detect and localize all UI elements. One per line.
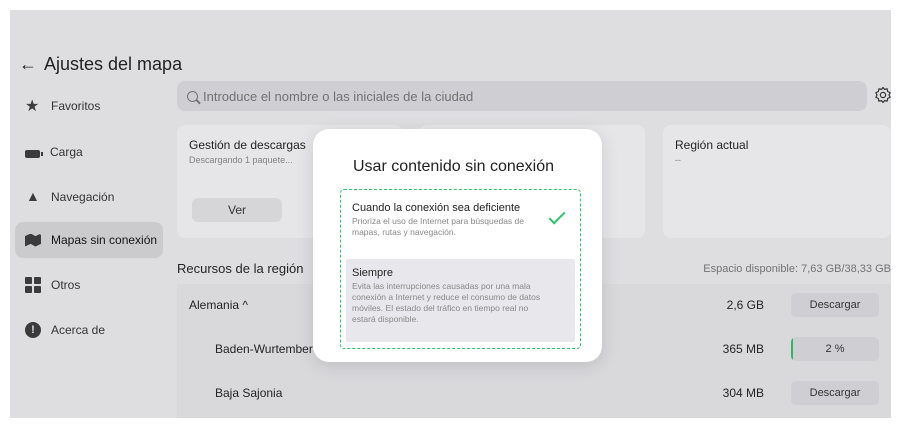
option-always[interactable]: Siempre Evita las interrupciones causada… xyxy=(346,259,575,342)
option-title: Siempre xyxy=(352,267,393,279)
options-group: Cuando la conexión sea deficiente Priori… xyxy=(340,189,581,349)
option-title: Cuando la conexión sea deficiente xyxy=(352,202,521,214)
option-poor-connection[interactable]: Cuando la conexión sea deficiente Priori… xyxy=(346,194,575,258)
map-settings-screen: ← Ajustes del mapa Favoritos Carga Naveg… xyxy=(10,10,891,418)
option-description: Evita las interrupciones causadas por un… xyxy=(352,281,541,324)
option-description: Prioriza el uso de Internet para búsqued… xyxy=(352,216,525,237)
offline-content-dialog: Usar contenido sin conexión Cuando la co… xyxy=(313,129,602,362)
dialog-title: Usar contenido sin conexión xyxy=(353,158,555,175)
